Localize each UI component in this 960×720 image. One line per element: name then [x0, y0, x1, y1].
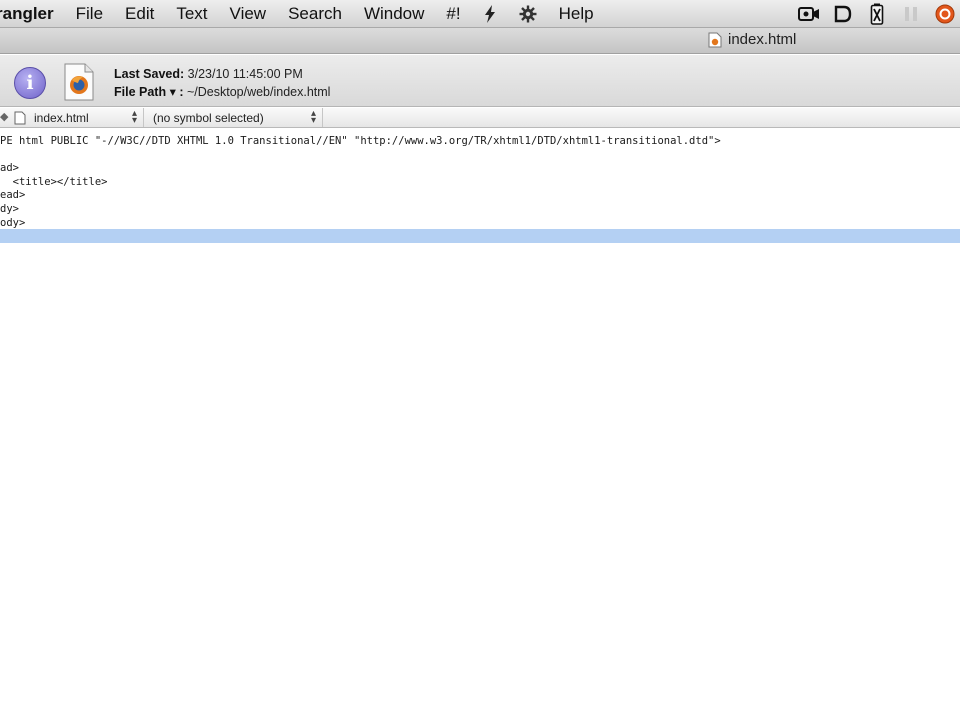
battery-icon[interactable]	[866, 3, 888, 25]
info-button[interactable]: i	[14, 67, 46, 99]
gear-icon	[519, 5, 537, 22]
menu-window[interactable]: Window	[364, 4, 424, 24]
file-path-value: ~/Desktop/web/index.html	[186, 85, 331, 99]
window-title-bar[interactable]: index.html	[0, 28, 960, 54]
gear-menu-icon[interactable]	[519, 5, 537, 23]
code-line: dy>	[0, 203, 19, 215]
file-popup-menu[interactable]: index.html ▴ ▾	[14, 108, 144, 127]
document-info-bar: i Last Saved: 3/23/10 11:45:00 PM File P…	[0, 55, 960, 107]
code-line: ad>	[0, 162, 19, 174]
popup-arrows-icon: ▴ ▾	[131, 108, 137, 126]
symbol-popup-menu[interactable]: (no symbol selected) ▴ ▾	[145, 108, 323, 127]
code-editor[interactable]: PE html PUBLIC "-//W3C//DTD XHTML 1.0 Tr…	[0, 129, 960, 720]
menu-view[interactable]: View	[230, 4, 267, 24]
menu-extras	[798, 0, 956, 28]
current-line-highlight	[0, 229, 960, 243]
code-line: ody>	[0, 217, 26, 229]
window-title: index.html	[708, 31, 796, 48]
file-path-popup[interactable]: File Path ▾ :	[114, 85, 183, 99]
app-menu[interactable]: rangler	[0, 4, 54, 24]
screen-recorder-icon[interactable]	[798, 3, 820, 25]
file-popup-label: index.html	[34, 110, 89, 125]
pause-icon[interactable]	[900, 3, 922, 25]
record-status-icon[interactable]	[934, 3, 956, 25]
menu-search[interactable]: Search	[288, 4, 342, 24]
code-line: ead>	[0, 189, 26, 201]
lightning-icon	[484, 4, 495, 23]
page-icon	[14, 111, 26, 124]
menu-edit[interactable]: Edit	[125, 4, 154, 24]
firefox-document-icon[interactable]	[64, 63, 94, 101]
menu-text[interactable]: Text	[176, 4, 207, 24]
d-badge-icon[interactable]	[832, 3, 854, 25]
last-saved-label: Last Saved:	[114, 67, 185, 81]
last-saved-value: 3/23/10 11:45:00 PM	[187, 67, 303, 81]
menu-help[interactable]: Help	[559, 4, 594, 24]
navigation-bar: ◆ index.html ▴ ▾ (no symbol selected) ▴ ▾	[0, 108, 960, 128]
symbol-popup-label: (no symbol selected)	[153, 110, 264, 125]
menu-file[interactable]: File	[76, 4, 103, 24]
document-proxy-icon[interactable]	[708, 32, 722, 48]
window-title-text: index.html	[728, 31, 797, 48]
popup-arrows-icon: ▴ ▾	[310, 108, 316, 126]
nav-previous-icon[interactable]: ◆	[0, 110, 8, 123]
document-metadata: Last Saved: 3/23/10 11:45:00 PM File Pat…	[114, 65, 330, 101]
script-menu-icon[interactable]	[483, 4, 497, 23]
hashbang-menu-icon[interactable]: #!	[446, 4, 460, 24]
menu-bar: rangler File Edit Text View Search Windo…	[0, 0, 960, 28]
info-icon: i	[26, 72, 34, 94]
code-line: <title></title>	[0, 176, 108, 188]
code-line: PE html PUBLIC "-//W3C//DTD XHTML 1.0 Tr…	[0, 135, 721, 147]
